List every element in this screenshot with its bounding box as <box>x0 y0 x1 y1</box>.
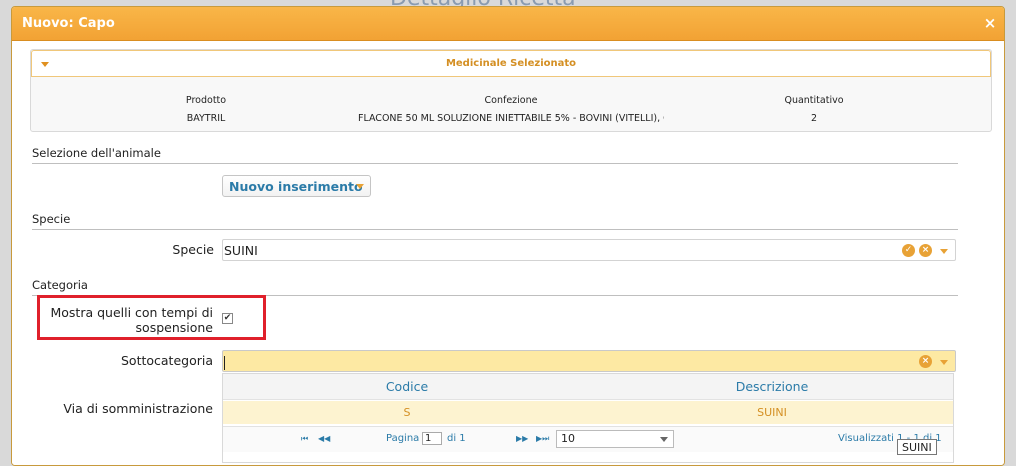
prodotto-value: BAYTRIL <box>186 113 226 124</box>
chevron-down-icon <box>660 437 668 442</box>
prodotto-column: Prodotto BAYTRIL <box>161 95 251 125</box>
prev-page-icon[interactable]: ◀◀ <box>318 434 330 443</box>
dialog-content: Medicinale Selezionato Prodotto BAYTRIL … <box>12 42 1004 465</box>
grid-header: Codice Descrizione <box>223 374 953 400</box>
dialog-title: Nuovo: Capo <box>22 16 115 31</box>
quantitativo-value: 2 <box>810 113 818 124</box>
last-page-icon[interactable]: ▶⏭ <box>536 434 549 444</box>
tooltip: SUINI <box>897 439 937 455</box>
sottocategoria-combobox[interactable]: × <box>222 350 956 372</box>
rows-per-page-value: 10 <box>561 432 575 445</box>
column-header-descrizione[interactable]: Descrizione <box>591 379 953 394</box>
specie-combobox[interactable]: SUINI ✓ × <box>222 239 956 261</box>
chevron-down-icon <box>356 184 364 189</box>
nuovo-inserimento-dropdown[interactable]: Nuovo inserimento <box>222 175 371 197</box>
table-row[interactable]: S SUINI <box>223 401 953 424</box>
close-icon[interactable]: × <box>982 15 998 31</box>
confezione-value: FLACONE 50 ML SOLUZIONE INIETTABILE 5% -… <box>358 113 664 124</box>
section-specie: Specie <box>32 212 958 230</box>
specie-value: SUINI <box>224 243 258 258</box>
via-somministrazione-label: Via di somministrazione <box>63 401 213 416</box>
column-header-codice[interactable]: Codice <box>223 379 591 394</box>
nuovo-inserimento-label: Nuovo inserimento <box>229 179 363 194</box>
next-page-icon[interactable]: ▶▶ <box>516 434 528 443</box>
quantitativo-column: Quantitativo 2 <box>769 95 859 125</box>
specie-label: Specie <box>172 242 214 257</box>
confezione-label: Confezione <box>484 95 538 106</box>
rows-per-page-select[interactable]: 10 <box>556 430 674 448</box>
clear-icon[interactable]: × <box>919 355 932 368</box>
page-count: di 1 <box>447 433 466 444</box>
first-page-icon[interactable]: ⏮ <box>301 434 308 444</box>
sottocategoria-dropdown-grid: Codice Descrizione S SUINI ⏮ ◀◀ Pagina 1… <box>222 373 954 463</box>
mostra-checkbox-label: Mostra quelli con tempi di sospensione <box>42 305 213 335</box>
cell-codice: S <box>403 406 411 419</box>
quantitativo-label: Quantitativo <box>784 95 844 106</box>
check-icon[interactable]: ✓ <box>902 244 915 257</box>
cell-descrizione: SUINI <box>757 406 787 419</box>
sottocategoria-label: Sottocategoria <box>120 353 213 368</box>
mostra-sospensione-checkbox[interactable]: ✔ <box>222 313 233 324</box>
page-label: Pagina <box>386 433 420 444</box>
medicinale-panel-title: Medicinale Selezionato <box>445 58 577 69</box>
prodotto-label: Prodotto <box>185 95 227 106</box>
mostra-label-line1: Mostra quelli con tempi di <box>50 305 213 320</box>
section-categoria: Categoria <box>32 278 958 296</box>
page-number-input[interactable]: 1 <box>422 432 442 445</box>
confezione-column: Confezione FLACONE 50 ML SOLUZIONE INIET… <box>358 95 664 125</box>
grid-pager: ⏮ ◀◀ Pagina 1 di 1 ▶▶ ▶⏭ 10 Visualizzati… <box>223 426 953 452</box>
medicinale-panel: Medicinale Selezionato Prodotto BAYTRIL … <box>30 49 992 132</box>
chevron-down-icon[interactable] <box>940 249 948 254</box>
clear-icon[interactable]: × <box>919 244 932 257</box>
nuovo-capo-dialog: Nuovo: Capo × Medicinale Selezionato Pro… <box>11 6 1005 466</box>
dialog-titlebar[interactable]: Nuovo: Capo × <box>12 7 1004 41</box>
section-selezione-animale: Selezione dell'animale <box>32 146 958 164</box>
medicinale-panel-header[interactable]: Medicinale Selezionato <box>31 50 991 77</box>
mostra-label-line2: sospensione <box>135 320 213 335</box>
text-cursor <box>224 355 225 370</box>
chevron-down-icon[interactable] <box>940 360 948 365</box>
